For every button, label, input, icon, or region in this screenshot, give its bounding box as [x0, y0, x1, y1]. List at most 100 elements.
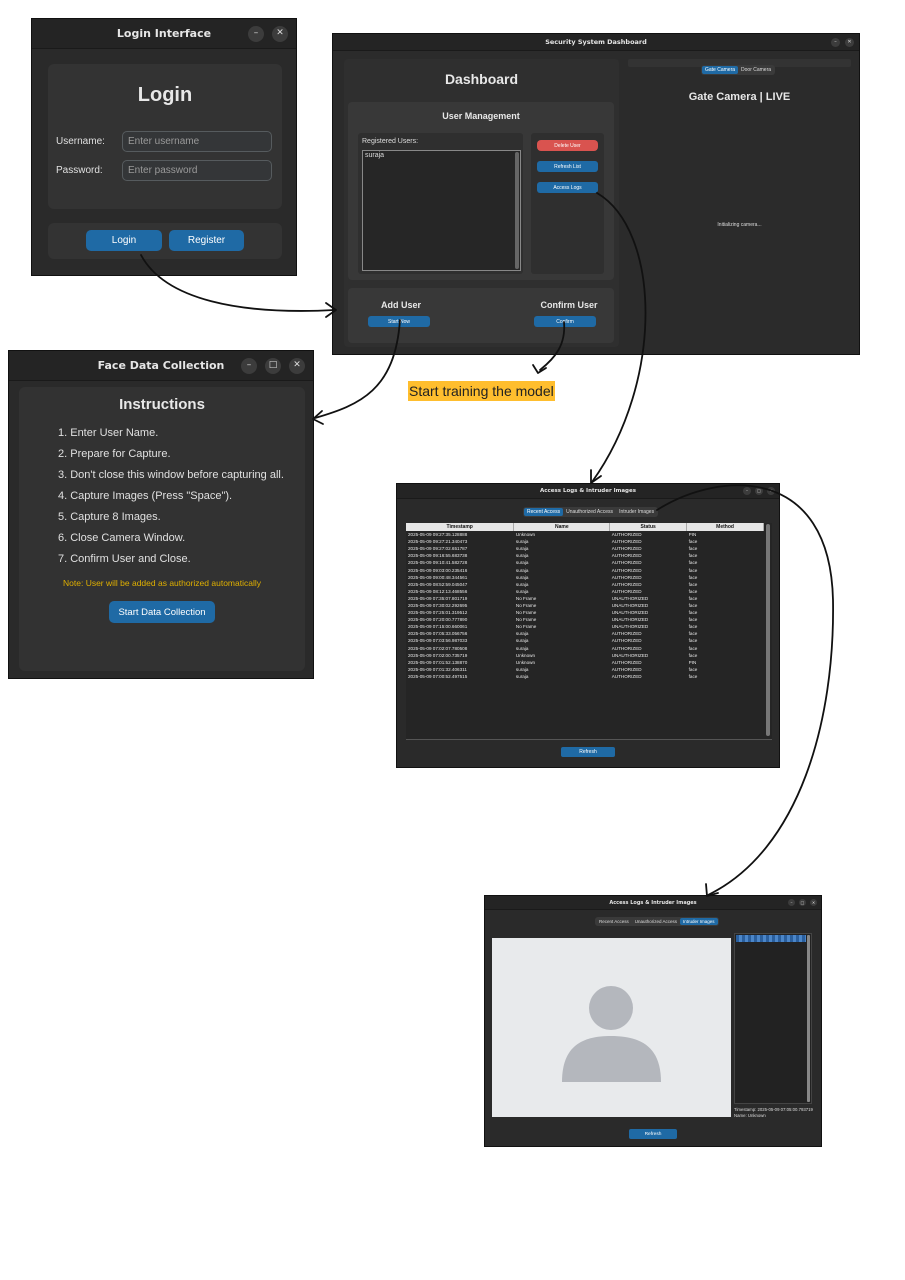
- logs-table-container: Timestamp Name Status Method 2025-05-09 …: [406, 523, 772, 740]
- table-cell: AUTHORIZED: [611, 532, 642, 538]
- refresh-button[interactable]: Refresh: [561, 747, 615, 757]
- minimize-icon[interactable]: –: [788, 899, 795, 906]
- list-item[interactable]: suraja: [365, 152, 384, 159]
- table-cell: suraja: [515, 631, 529, 637]
- register-button[interactable]: Register: [169, 230, 244, 251]
- confirm-button[interactable]: Confirm: [534, 316, 596, 327]
- table-cell: 2025-05-09 07:25:01.319512: [408, 610, 468, 616]
- dashboard-heading: Dashboard: [444, 71, 519, 87]
- scrollbar[interactable]: [515, 152, 519, 269]
- tab-unauthorized-access[interactable]: Unauthorized Access: [563, 508, 616, 516]
- table-row[interactable]: 2025-05-09 09:10:41.582728 suraja AUTHORIZ…: [406, 559, 764, 566]
- table-row[interactable]: 2025-05-09 07:02:07.780508 suraja AUTHORIZ…: [406, 645, 764, 652]
- table-row[interactable]: 2025-05-09 07:20:00.777890 No Frame UNAUTH…: [406, 616, 764, 623]
- instructions-heading: Instructions: [119, 396, 205, 413]
- tab-unauthorized-access[interactable]: Unauthorized Access: [632, 918, 680, 925]
- window-title: Login Interface: [116, 27, 212, 40]
- tab-recent-access[interactable]: Recent Access: [596, 918, 632, 925]
- table-row[interactable]: 2025-05-09 07:30:02.292695 No Frame UNAUTH…: [406, 602, 764, 609]
- access-logs-button[interactable]: Access Logs: [537, 182, 598, 193]
- minimize-icon[interactable]: –: [743, 487, 751, 495]
- refresh-list-button[interactable]: Refresh List: [537, 161, 598, 172]
- registered-users-list[interactable]: suraja: [362, 150, 521, 271]
- intruder-thumbnail-list[interactable]: [734, 933, 812, 1104]
- close-icon[interactable]: ✕: [767, 487, 775, 495]
- face-titlebar: Face Data Collection – □ ✕: [9, 351, 313, 381]
- login-button[interactable]: Login: [86, 230, 162, 251]
- table-row[interactable]: 2025-05-09 09:27:21.340473 suraja AUTHORIZ…: [406, 538, 764, 545]
- delete-user-button[interactable]: Delete User: [537, 140, 598, 151]
- column-header[interactable]: Method: [686, 523, 764, 531]
- camera-title: Gate Camera | LIVE: [688, 91, 791, 103]
- minimize-icon[interactable]: –: [248, 25, 264, 42]
- close-icon[interactable]: ✕: [845, 37, 854, 47]
- column-header[interactable]: Status: [609, 523, 688, 531]
- table-cell: AUTHORIZED: [611, 673, 642, 679]
- scrollbar[interactable]: [807, 935, 810, 1102]
- table-row[interactable]: 2025-05-09 09:27:35.128888 Unknown AUTHORI…: [406, 531, 764, 538]
- tab-intruder-images[interactable]: Intruder Images: [616, 508, 657, 516]
- access-logs-window: Access Logs & Intruder Images – □ ✕ Rece…: [396, 483, 780, 768]
- table-cell: face: [688, 567, 698, 573]
- table-cell: 2025-05-09 07:30:02.292695: [408, 602, 468, 608]
- maximize-icon[interactable]: □: [265, 357, 281, 374]
- minimize-icon[interactable]: –: [831, 37, 840, 47]
- camera-tabs: Gate Camera Door Camera: [701, 65, 776, 75]
- login-window: Login Interface – ✕ Login Username: Ente…: [31, 18, 297, 276]
- table-row[interactable]: 2025-05-09 08:12:13.468556 suraja AUTHORIZ…: [406, 588, 764, 595]
- password-input[interactable]: Enter password: [122, 160, 272, 181]
- table-row[interactable]: 2025-05-09 07:15:00.660061 No Frame UNAUTH…: [406, 623, 764, 630]
- table-row[interactable]: 2025-05-09 09:27:02.651787 suraja AUTHORIZ…: [406, 545, 764, 552]
- table-cell: suraja: [515, 567, 529, 573]
- start-data-collection-button[interactable]: Start Data Collection: [109, 601, 215, 623]
- window-title: Access Logs & Intruder Images: [539, 488, 637, 494]
- table-cell: face: [688, 638, 698, 644]
- close-icon[interactable]: ✕: [810, 899, 817, 906]
- training-annotation: Start training the model: [408, 381, 555, 401]
- tab-door-camera[interactable]: Door Camera: [738, 66, 774, 74]
- maximize-icon[interactable]: □: [799, 899, 806, 906]
- table-row[interactable]: 2025-05-09 09:00:48.344561 suraja AUTHORIZ…: [406, 574, 764, 581]
- close-icon[interactable]: ✕: [289, 357, 305, 374]
- username-label: Username:: [56, 136, 105, 147]
- table-header-row: Timestamp Name Status Method: [406, 523, 764, 531]
- table-cell: AUTHORIZED: [611, 581, 642, 587]
- minimize-icon[interactable]: –: [241, 357, 257, 374]
- table-cell: Unknown: [515, 532, 536, 538]
- tab-intruder-images[interactable]: Intruder Images: [680, 918, 718, 925]
- username-input[interactable]: Enter username: [122, 131, 272, 152]
- table-row[interactable]: 2025-05-09 07:00:52.497515 suraja AUTHORIZ…: [406, 673, 764, 680]
- column-header[interactable]: Timestamp: [406, 523, 515, 531]
- refresh-button[interactable]: Refresh: [629, 1129, 677, 1139]
- table-cell: AUTHORIZED: [611, 560, 642, 566]
- table-cell: AUTHORIZED: [611, 574, 642, 580]
- table-cell: suraja: [515, 546, 529, 552]
- start-now-button[interactable]: Start Now: [368, 316, 430, 327]
- login-titlebar: Login Interface – ✕: [32, 19, 296, 49]
- table-cell: AUTHORIZED: [611, 539, 642, 545]
- table-cell: PIN: [688, 659, 697, 665]
- table-row[interactable]: 2025-05-09 07:25:01.319512 No Frame UNAUTH…: [406, 609, 764, 616]
- table-row[interactable]: 2025-05-09 07:02:00.735719 Unknown UNAUTHO…: [406, 652, 764, 659]
- table-row[interactable]: 2025-05-09 08:52:59.045047 suraja AUTHORIZ…: [406, 581, 764, 588]
- table-row[interactable]: 2025-05-09 09:03:00.235416 suraja AUTHORIZ…: [406, 566, 764, 573]
- column-header[interactable]: Name: [513, 523, 611, 531]
- table-cell: Unknown: [515, 652, 536, 658]
- close-icon[interactable]: ✕: [272, 25, 288, 42]
- intruder-titlebar: Access Logs & Intruder Images – □ ✕: [485, 896, 821, 910]
- table-row[interactable]: 2025-05-09 09:16:55.683738 suraja AUTHORIZ…: [406, 552, 764, 559]
- maximize-icon[interactable]: □: [755, 487, 763, 495]
- table-row[interactable]: 2025-05-09 07:01:52.138870 Unknown AUTHORI…: [406, 659, 764, 666]
- table-row[interactable]: 2025-05-09 07:35:07.801719 No Frame UNAUTH…: [406, 595, 764, 602]
- table-cell: No Frame: [515, 617, 537, 623]
- table-cell: 2025-05-09 09:27:35.128888: [408, 532, 468, 538]
- tab-gate-camera[interactable]: Gate Camera: [702, 66, 739, 74]
- table-row[interactable]: 2025-05-09 07:03:56.987033 suraja AUTHORIZ…: [406, 637, 764, 644]
- table-cell: face: [688, 539, 698, 545]
- tab-recent-access[interactable]: Recent Access: [524, 508, 564, 516]
- scrollbar[interactable]: [766, 524, 770, 736]
- table-row[interactable]: 2025-05-09 07:05:33.056756 suraja AUTHORIZ…: [406, 630, 764, 637]
- table-row[interactable]: 2025-05-09 07:01:32.406311 suraja AUTHORIZ…: [406, 666, 764, 673]
- selected-thumbnail[interactable]: [736, 935, 806, 942]
- table-cell: suraja: [515, 588, 529, 594]
